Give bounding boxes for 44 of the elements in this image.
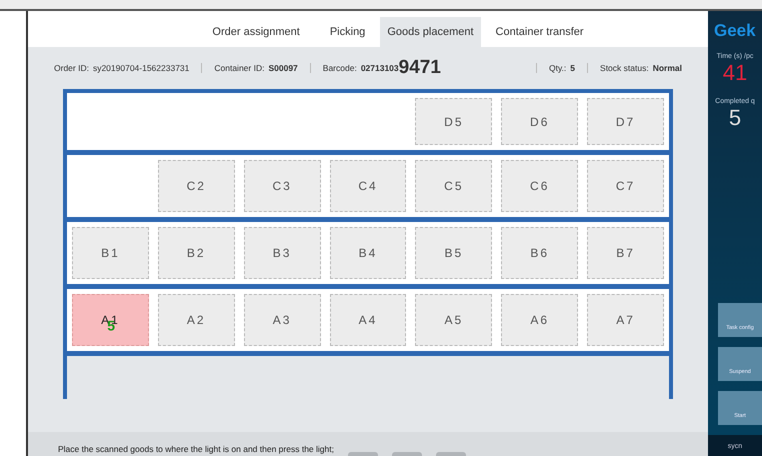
completed-value: 5 [728, 105, 742, 131]
status-button[interactable] [436, 452, 466, 456]
shelf-slot[interactable]: D5 [415, 98, 492, 145]
shelf-slot[interactable]: B5 [415, 227, 492, 279]
shelf-slot[interactable]: C3 [244, 160, 321, 212]
shelf-slot[interactable]: B2 [158, 227, 235, 279]
instruction-text: Place the scanned goods to where the light is on and then press the light; [58, 444, 334, 456]
shelf-slot[interactable]: B7 [587, 227, 664, 279]
shelf-slot[interactable]: C7 [587, 160, 664, 212]
shelf-slot[interactable]: B4 [330, 227, 406, 279]
shelf-slot[interactable]: B6 [501, 227, 578, 279]
stock-status: Normal [652, 63, 682, 73]
tab[interactable]: Order assignment [205, 17, 307, 47]
info-label: Order ID: [54, 63, 89, 73]
shelf-slot[interactable]: C2 [158, 160, 235, 212]
status-button[interactable] [348, 452, 378, 456]
info-label: Container ID: [214, 63, 264, 73]
shelf-slot[interactable]: A6 [501, 294, 578, 346]
tab[interactable]: Goods placement [380, 17, 481, 47]
shelf-slot[interactable]: D6 [501, 98, 578, 145]
shelf-slot[interactable]: A5 [415, 294, 492, 346]
shelf-slot[interactable]: A4 [330, 294, 406, 346]
barcode-prefix: 02713103 [360, 63, 399, 73]
shelf-slot[interactable]: A2 [158, 294, 235, 346]
container-id: S00097 [268, 63, 298, 73]
info-label: Qty.: [548, 63, 566, 73]
info-label: Barcode: [322, 63, 357, 73]
shelf-slot[interactable]: C5 [415, 160, 492, 212]
shelf-slot[interactable]: C4 [330, 160, 406, 212]
brand-logo: Geek [713, 21, 756, 41]
qty-value: 5 [570, 63, 576, 73]
shelf-slot[interactable]: A3 [244, 294, 321, 346]
info-label: Stock status: [600, 63, 649, 73]
barcode-suffix: 9471 [398, 57, 441, 79]
tab[interactable]: Picking [322, 17, 372, 47]
time-value: 41 [722, 60, 748, 86]
order-id: sy20190704-1562233731 [92, 63, 190, 73]
shelf-slot[interactable]: D7 [587, 98, 664, 145]
shelf-slot[interactable]: B1 [72, 227, 149, 279]
shelf-slot[interactable]: B3 [244, 227, 321, 279]
shelf-slot[interactable]: A7 [587, 294, 664, 346]
status-button[interactable] [392, 452, 422, 456]
tab[interactable]: Container transfer [488, 17, 591, 47]
shelf-slot[interactable]: C6 [501, 160, 578, 212]
